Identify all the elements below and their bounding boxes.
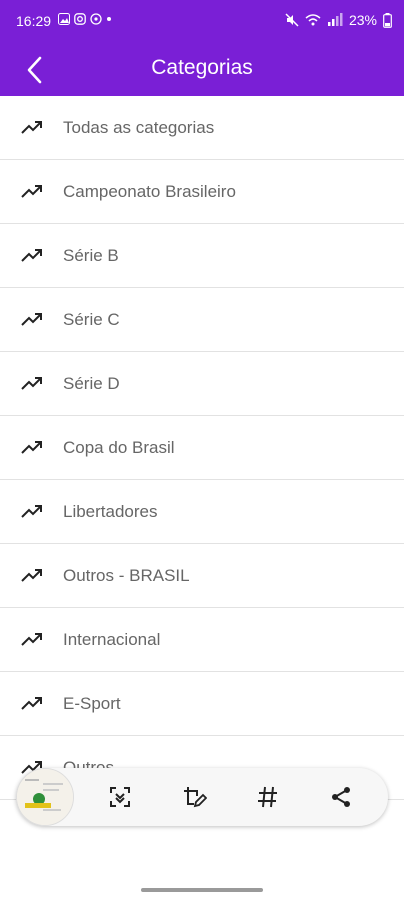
category-label: Campeonato Brasileiro bbox=[63, 181, 236, 201]
category-item-internacional[interactable]: Internacional bbox=[0, 608, 404, 672]
category-label: Libertadores bbox=[63, 501, 158, 521]
category-item-serie-d[interactable]: Série D bbox=[0, 352, 404, 416]
trending-up-icon bbox=[20, 372, 44, 396]
trending-up-icon bbox=[20, 628, 44, 652]
category-label: E-Sport bbox=[63, 693, 121, 713]
trending-up-icon bbox=[20, 436, 44, 460]
category-item-serie-c[interactable]: Série C bbox=[0, 288, 404, 352]
category-item-outros-brasil[interactable]: Outros - BRASIL bbox=[0, 544, 404, 608]
trending-up-icon bbox=[20, 180, 44, 204]
category-label: Copa do Brasil bbox=[63, 437, 175, 457]
battery-icon bbox=[383, 12, 392, 28]
screenshot-thumbnail[interactable] bbox=[16, 768, 74, 826]
category-item-e-sport[interactable]: E-Sport bbox=[0, 672, 404, 736]
category-item-todas[interactable]: Todas as categorias bbox=[0, 96, 404, 160]
page-title: Categorias bbox=[151, 56, 253, 79]
battery-percent: 23% bbox=[348, 12, 377, 28]
trending-up-icon bbox=[20, 244, 44, 268]
share-button[interactable] bbox=[327, 783, 355, 811]
hashtag-button[interactable] bbox=[254, 783, 282, 811]
screenshot-toolbar bbox=[16, 768, 388, 826]
edit-crop-button[interactable] bbox=[180, 783, 208, 811]
trending-up-icon bbox=[20, 564, 44, 588]
gallery-icon bbox=[58, 13, 70, 25]
gesture-nav-bar[interactable] bbox=[141, 888, 263, 892]
category-list: Todas as categorias Campeonato Brasileir… bbox=[0, 96, 404, 800]
trending-up-icon bbox=[20, 308, 44, 332]
category-item-campeonato-brasileiro[interactable]: Campeonato Brasileiro bbox=[0, 160, 404, 224]
signal-icon bbox=[327, 13, 343, 26]
app-bar: Categorias bbox=[0, 44, 404, 96]
category-label: Internacional bbox=[63, 629, 161, 649]
dot-icon bbox=[107, 17, 111, 21]
hashtag-icon bbox=[258, 786, 277, 808]
notification-icons bbox=[58, 13, 112, 25]
category-label: Série D bbox=[63, 373, 120, 393]
category-item-libertadores[interactable]: Libertadores bbox=[0, 480, 404, 544]
thumbnail-image bbox=[17, 769, 73, 825]
category-label: Série B bbox=[63, 245, 119, 265]
edit-crop-icon bbox=[184, 787, 207, 808]
wifi-icon bbox=[305, 14, 321, 26]
status-time: 16:29 bbox=[16, 13, 52, 29]
share-icon bbox=[332, 787, 350, 807]
scan-text-icon bbox=[110, 787, 130, 807]
category-label: Outros - BRASIL bbox=[63, 565, 190, 585]
trending-up-icon bbox=[20, 116, 44, 140]
status-bar: 16:29 23% bbox=[0, 0, 404, 44]
category-label: Todas as categorias bbox=[63, 117, 215, 137]
category-item-copa-do-brasil[interactable]: Copa do Brasil bbox=[0, 416, 404, 480]
category-label: Série C bbox=[63, 309, 120, 329]
instagram-icon bbox=[74, 13, 86, 25]
trending-up-icon bbox=[20, 500, 44, 524]
category-item-serie-b[interactable]: Série B bbox=[0, 224, 404, 288]
scan-text-button[interactable] bbox=[106, 783, 134, 811]
mute-icon bbox=[285, 13, 299, 27]
whatsapp-icon bbox=[90, 13, 102, 25]
system-icons: 23% bbox=[285, 12, 392, 28]
trending-up-icon bbox=[20, 692, 44, 716]
